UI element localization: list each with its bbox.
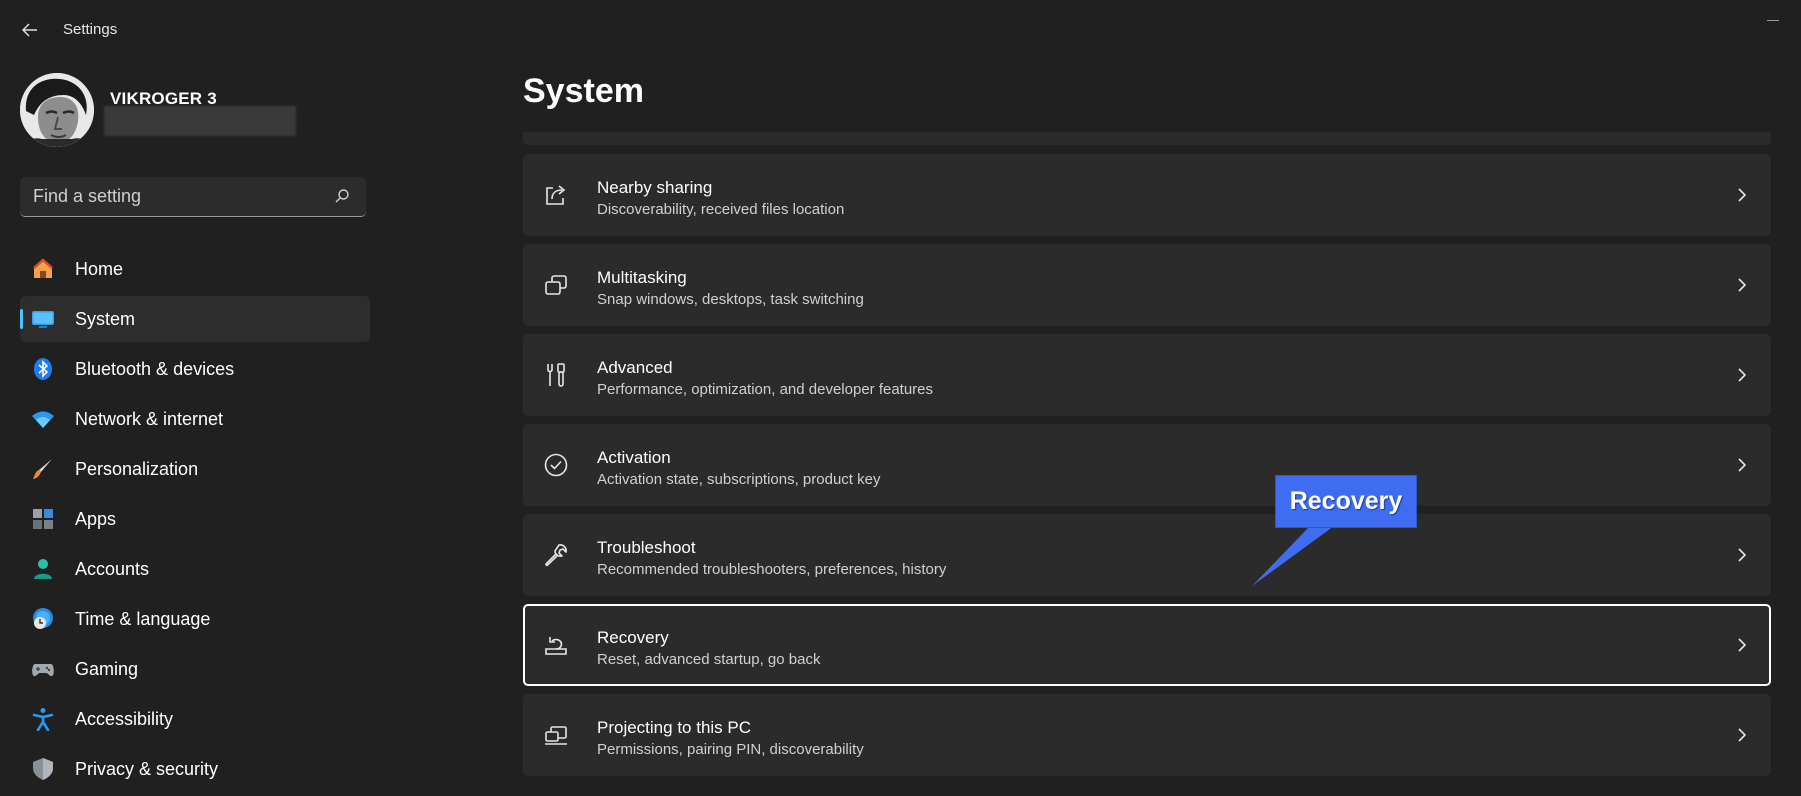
chevron-right-icon: [1738, 278, 1747, 292]
sidebar-item-bluetooth[interactable]: Bluetooth & devices: [20, 346, 370, 392]
card-projecting[interactable]: Projecting to this PC Permissions, pairi…: [523, 694, 1771, 776]
apps-icon: [33, 509, 53, 529]
sidebar-nav: Home System Bluetooth & devices Network …: [20, 246, 370, 796]
card-title: Projecting to this PC: [597, 718, 752, 737]
card-troubleshoot[interactable]: Troubleshoot Recommended troubleshooters…: [523, 514, 1771, 596]
card-subtitle: Permissions, pairing PIN, discoverabilit…: [597, 741, 864, 758]
recovery-icon: [545, 637, 567, 655]
sidebar-item-label: System: [75, 308, 136, 329]
sidebar-item-accounts[interactable]: Accounts: [20, 546, 370, 592]
card-activation[interactable]: Activation Activation state, subscriptio…: [523, 424, 1771, 506]
card-subtitle: Activation state, subscriptions, product…: [597, 471, 881, 488]
sidebar-item-personalization[interactable]: Personalization: [20, 446, 370, 492]
settings-list: Nearby sharing Discoverability, received…: [523, 132, 1771, 784]
shield-icon: [33, 758, 53, 780]
minimize-button[interactable]: [1759, 8, 1789, 28]
card-subtitle: Snap windows, desktops, task switching: [597, 291, 864, 308]
sidebar-item-home[interactable]: Home: [20, 246, 370, 292]
sidebar-item-label: Privacy & security: [75, 758, 219, 779]
sidebar-item-label: Apps: [75, 508, 117, 529]
wrench-icon: [545, 544, 567, 567]
user-email-redacted: [104, 106, 296, 136]
bluetooth-icon: [34, 358, 52, 380]
chevron-right-icon: [1738, 638, 1747, 652]
card-subtitle: Discoverability, received files location: [597, 201, 845, 218]
user-profile[interactable]: VIKROGER 3: [20, 73, 490, 148]
card-title: Advanced: [597, 358, 673, 377]
callout-pointer: [1252, 526, 1334, 586]
search-box[interactable]: [20, 177, 366, 217]
sidebar-item-time-language[interactable]: Time & language: [20, 596, 370, 642]
brush-icon: [33, 459, 52, 479]
sidebar-item-apps[interactable]: Apps: [20, 496, 370, 542]
title-bar: Settings: [0, 0, 1801, 60]
chevron-right-icon: [1738, 548, 1747, 562]
sidebar-item-label: Home: [75, 258, 124, 279]
system-display-icon: [32, 311, 54, 328]
gamepad-icon: [32, 664, 54, 677]
card-title: Multitasking: [597, 268, 687, 287]
multitasking-icon: [545, 275, 567, 295]
page-title: System: [523, 72, 644, 110]
card-title: Activation: [597, 448, 671, 467]
card-recovery[interactable]: Recovery Reset, advanced startup, go bac…: [523, 604, 1771, 686]
wifi-icon: [32, 411, 54, 428]
tools-icon: [547, 363, 565, 387]
card-subtitle: Reset, advanced startup, go back: [597, 651, 821, 668]
sidebar-item-label: Personalization: [75, 458, 199, 479]
chevron-right-icon: [1738, 368, 1747, 382]
person-icon: [34, 559, 52, 579]
sidebar-item-label: Network & internet: [75, 408, 224, 429]
card-title: Recovery: [597, 628, 669, 647]
card-nearby-sharing[interactable]: Nearby sharing Discoverability, received…: [523, 154, 1771, 236]
home-icon: [33, 258, 53, 278]
projecting-icon: [545, 726, 567, 745]
callout-label: Recovery: [1289, 487, 1403, 515]
card-multitasking[interactable]: Multitasking Snap windows, desktops, tas…: [523, 244, 1771, 326]
sidebar-item-network[interactable]: Network & internet: [20, 396, 370, 442]
chevron-right-icon: [1738, 458, 1747, 472]
search-icon[interactable]: [334, 188, 350, 204]
avatar: [20, 73, 94, 147]
sidebar-item-label: Bluetooth & devices: [75, 358, 235, 379]
sidebar-item-label: Gaming: [75, 658, 139, 679]
search-input[interactable]: [20, 177, 320, 215]
chevron-right-icon: [1738, 188, 1747, 202]
sidebar-item-system[interactable]: System: [20, 296, 370, 342]
chevron-right-icon: [1738, 728, 1747, 742]
back-arrow-icon: [22, 23, 37, 37]
card-title: Nearby sharing: [597, 178, 713, 197]
card-advanced[interactable]: Advanced Performance, optimization, and …: [523, 334, 1771, 416]
sidebar-item-privacy[interactable]: Privacy & security: [20, 746, 370, 792]
accessibility-icon: [32, 708, 54, 731]
sidebar-item-gaming[interactable]: Gaming: [20, 646, 370, 692]
sidebar-item-label: Time & language: [75, 608, 211, 629]
globe-clock-icon: [33, 608, 53, 629]
sidebar-item-label: Accessibility: [75, 708, 174, 729]
share-icon: [546, 185, 566, 205]
sidebar-item-accessibility[interactable]: Accessibility: [20, 696, 370, 742]
card-title: Troubleshoot: [597, 538, 696, 557]
card-partial[interactable]: [523, 132, 1771, 145]
app-title: Settings: [63, 21, 118, 38]
check-circle-icon: [544, 453, 568, 477]
card-subtitle: Recommended troubleshooters, preferences…: [597, 561, 947, 578]
back-button[interactable]: [16, 16, 44, 44]
card-subtitle: Performance, optimization, and developer…: [597, 381, 934, 398]
annotation-callout: Recovery: [1252, 476, 1416, 586]
sidebar-item-label: Accounts: [75, 558, 150, 579]
